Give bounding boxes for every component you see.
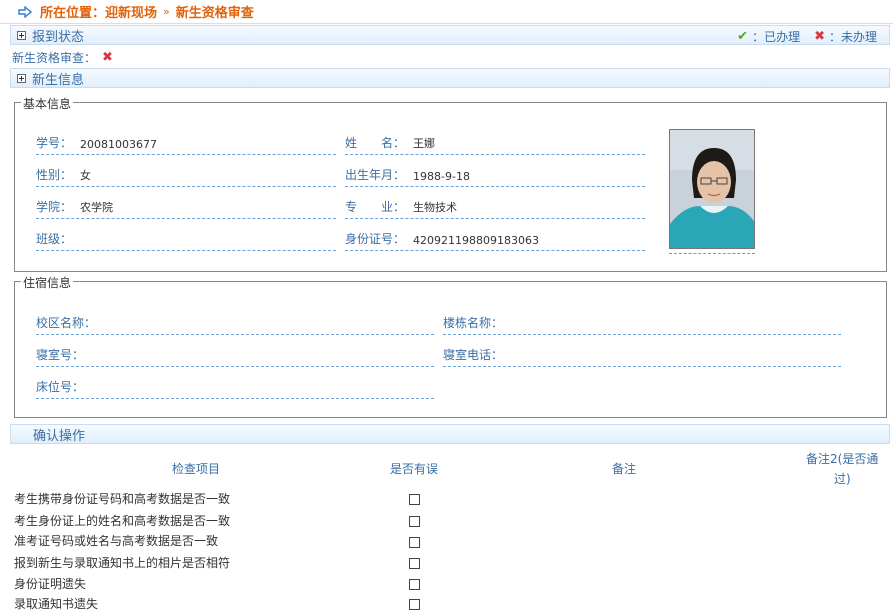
student-info-bar[interactable]: 新生信息 <box>10 68 890 88</box>
cross-icon: ✖ <box>102 50 113 65</box>
undone-label: ：未办理 <box>828 30 877 44</box>
dorm-phone-label: 寝室电话： <box>443 348 504 362</box>
check-item-label: 报到新生与录取通知书上的相片是否相符 <box>14 555 231 570</box>
name-field: 姓 名： 王娜 <box>345 133 645 155</box>
class-label: 班级： <box>36 232 73 246</box>
birth-field: 出生年月： 1988-9-18 <box>345 165 645 187</box>
check-icon: ✔ <box>737 29 749 44</box>
confirm-title: 确认操作 <box>33 428 86 444</box>
table-row: 准考证号码或姓名与高考数据是否一致 <box>14 530 394 550</box>
breadcrumb-location[interactable]: 所在位置：迎新现场 <box>40 2 157 21</box>
gender-value: 女 <box>80 169 92 182</box>
review-label: 新生资格审查： <box>12 51 97 65</box>
student-id-value: 20081003677 <box>80 138 157 151</box>
expand-icon[interactable] <box>17 30 26 40</box>
photo-underline <box>669 253 755 254</box>
dorm-phone-field: 寝室电话： <box>443 345 841 367</box>
check-item-label: 考生身份证上的姓名和高考数据是否一致 <box>14 513 231 528</box>
double-chevron-icon: » <box>163 5 170 18</box>
dorm-info-legend: 住宿信息 <box>21 274 74 291</box>
breadcrumb-current: 新生资格审查 <box>175 6 254 21</box>
major-value: 生物技术 <box>413 201 458 214</box>
name-value: 王娜 <box>413 137 436 150</box>
table-row: 身份证明遗失 <box>14 573 394 593</box>
report-status-title: 报到状态 <box>32 29 85 45</box>
college-label: 学院： <box>36 200 73 214</box>
check-item-label: 准考证号码或姓名与高考数据是否一致 <box>14 533 219 548</box>
college-field: 学院： 农学院 <box>36 197 336 219</box>
error-checkbox[interactable] <box>409 516 420 527</box>
header-note2-line1: 备注2(是否通 <box>806 452 879 466</box>
class-field: 班级： <box>36 229 336 251</box>
idcard-label: 身份证号： <box>345 232 406 246</box>
dorm-info-fieldset: 住宿信息 校区名称： 楼栋名称： 寝室号： 寝室电话： 床位号： <box>14 274 887 418</box>
breadcrumb: 所在位置：迎新现场 » 新生资格审查 <box>0 0 893 24</box>
building-label: 楼栋名称： <box>443 316 504 330</box>
check-item-label: 身份证明遗失 <box>14 576 87 591</box>
header-note2-line2: 过) <box>834 472 851 486</box>
student-photo <box>669 129 755 249</box>
room-field: 寝室号： <box>36 345 434 367</box>
arrow-right-icon <box>18 5 32 18</box>
major-label: 专 业： <box>345 200 406 214</box>
confirm-bar: 确认操作 <box>10 424 890 444</box>
review-status: 新生资格审查： ✖ <box>12 49 113 66</box>
basic-info-legend: 基本信息 <box>21 95 74 112</box>
error-checkbox[interactable] <box>409 579 420 590</box>
check-item-label: 录取通知书遗失 <box>14 596 99 611</box>
expand-icon[interactable] <box>17 73 26 83</box>
building-field: 楼栋名称： <box>443 313 841 335</box>
student-info-title: 新生信息 <box>32 72 85 88</box>
college-value: 农学院 <box>80 201 114 214</box>
student-id-label: 学号： <box>36 136 73 150</box>
idcard-field: 身份证号： 420921198809183063 <box>345 229 645 251</box>
check-item-label: 考生携带身份证号码和高考数据是否一致 <box>14 491 231 506</box>
table-row: 考生携带身份证号码和高考数据是否一致 <box>14 488 394 508</box>
student-id-field: 学号： 20081003677 <box>36 133 336 155</box>
idcard-value: 420921198809183063 <box>413 234 539 247</box>
error-checkbox[interactable] <box>409 599 420 610</box>
table-row: 报到新生与录取通知书上的相片是否相符 <box>14 552 394 572</box>
name-label: 姓 名： <box>345 136 406 150</box>
birth-value: 1988-9-18 <box>413 170 470 183</box>
gender-field: 性别： 女 <box>36 165 336 187</box>
header-error: 是否有误 <box>390 462 439 476</box>
error-checkbox[interactable] <box>409 494 420 505</box>
table-row: 考生身份证上的姓名和高考数据是否一致 <box>14 510 394 530</box>
major-field: 专 业： 生物技术 <box>345 197 645 219</box>
header-note: 备注 <box>612 462 637 476</box>
bed-label: 床位号： <box>36 380 85 394</box>
gender-label: 性别： <box>36 168 73 182</box>
report-status-bar[interactable]: 报到状态 ✔ ：已办理 ✖ ：未办理 <box>10 25 890 45</box>
done-label: ：已办理 <box>752 30 801 44</box>
student-photo-image <box>670 130 754 248</box>
campus-label: 校区名称： <box>36 316 97 330</box>
room-label: 寝室号： <box>36 348 85 362</box>
birth-label: 出生年月： <box>345 168 406 182</box>
status-legend: ✔ ：已办理 ✖ ：未办理 <box>723 28 877 45</box>
error-checkbox[interactable] <box>409 558 420 569</box>
header-item: 检查项目 <box>172 462 221 476</box>
basic-info-fieldset: 基本信息 学号： 20081003677 姓 名： 王娜 性别： 女 出生年月：… <box>14 95 887 272</box>
bed-field: 床位号： <box>36 377 434 399</box>
cross-icon: ✖ <box>814 29 825 44</box>
table-row: 录取通知书遗失 <box>14 593 394 611</box>
campus-field: 校区名称： <box>36 313 434 335</box>
error-checkbox[interactable] <box>409 537 420 548</box>
